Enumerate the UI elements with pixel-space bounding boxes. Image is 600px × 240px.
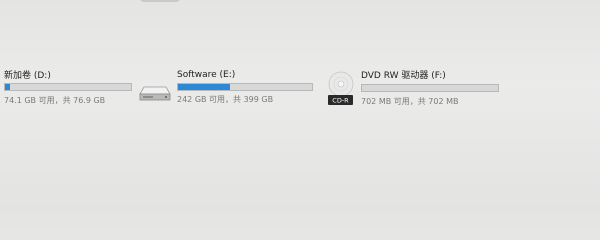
drive-usage-fill [178, 84, 231, 90]
drive-space-info: 74.1 GB 可用，共 76.9 GB [4, 96, 106, 105]
drive-label: Software (E:) [177, 70, 236, 80]
drive-space-info: 242 GB 可用，共 399 GB [177, 95, 274, 104]
screen-glare [140, 0, 180, 2]
drive-label: 新加卷 (D:) [4, 71, 51, 81]
drive-usage-bar [177, 83, 313, 91]
cd-r-disc-icon: CD-R [328, 71, 354, 105]
drive-label: DVD RW 驱动器 (F:) [361, 71, 446, 81]
drive-usage-bar [361, 84, 499, 92]
cd-r-text: CD-R [332, 97, 349, 105]
drive-space-info: 702 MB 可用，共 702 MB [361, 97, 459, 106]
hard-drive-icon [139, 86, 171, 101]
drive-usage-fill [5, 84, 11, 90]
drive-usage-bar [4, 83, 132, 91]
